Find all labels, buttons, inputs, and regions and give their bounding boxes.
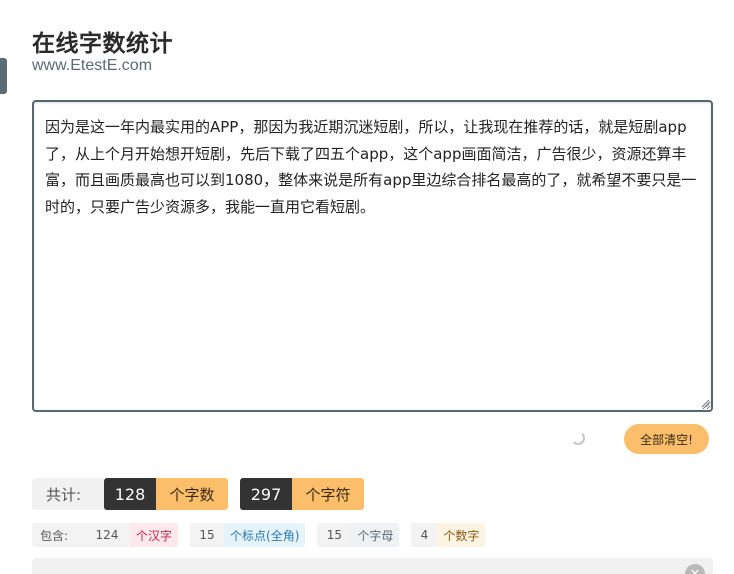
totals-label: 共计:: [32, 478, 104, 510]
hanzi-count-unit: 个汉字: [130, 523, 179, 547]
letter-count-chip: 15 个字母: [317, 523, 400, 547]
letter-count-unit: 个字母: [351, 523, 400, 547]
char-count-unit: 个字符: [292, 478, 364, 510]
hanzi-count-value: 124: [84, 523, 130, 547]
breakdown-label: 包含:: [32, 523, 84, 547]
char-count-value: 297: [240, 478, 292, 510]
side-tab-handle[interactable]: [0, 58, 7, 94]
site-url: www.EtestE.com: [32, 57, 153, 74]
hanzi-count-chip: 124 个汉字: [84, 523, 179, 547]
text-input-area[interactable]: 因为是这一年内最实用的APP，那因为我近期沉迷短剧，所以，让我现在推荐的话，就是…: [32, 100, 713, 412]
punct-count-value: 15: [190, 523, 225, 547]
loading-spinner-icon: [571, 431, 585, 445]
digit-count-chip: 4 个数字: [411, 523, 486, 547]
word-count-group: 128 个字数: [104, 478, 228, 510]
page-title: 在线字数统计: [32, 31, 173, 57]
resize-grip-icon[interactable]: [700, 398, 710, 408]
results-panel: [32, 558, 713, 574]
punct-count-chip: 15 个标点(全角): [190, 523, 306, 547]
clear-all-button[interactable]: 全部清空!: [624, 424, 709, 454]
word-count-value: 128: [104, 478, 156, 510]
totals-row: 共计: 128 个字数 297 个字符: [32, 478, 376, 510]
letter-count-value: 15: [317, 523, 352, 547]
digit-count-unit: 个数字: [437, 523, 486, 547]
breakdown-row: 包含: 124 个汉字 15 个标点(全角) 15 个字母 4 个数字: [32, 523, 497, 547]
digit-count-value: 4: [411, 523, 438, 547]
char-count-group: 297 个字符: [240, 478, 364, 510]
word-count-unit: 个字数: [156, 478, 228, 510]
punct-count-unit: 个标点(全角): [224, 523, 306, 547]
